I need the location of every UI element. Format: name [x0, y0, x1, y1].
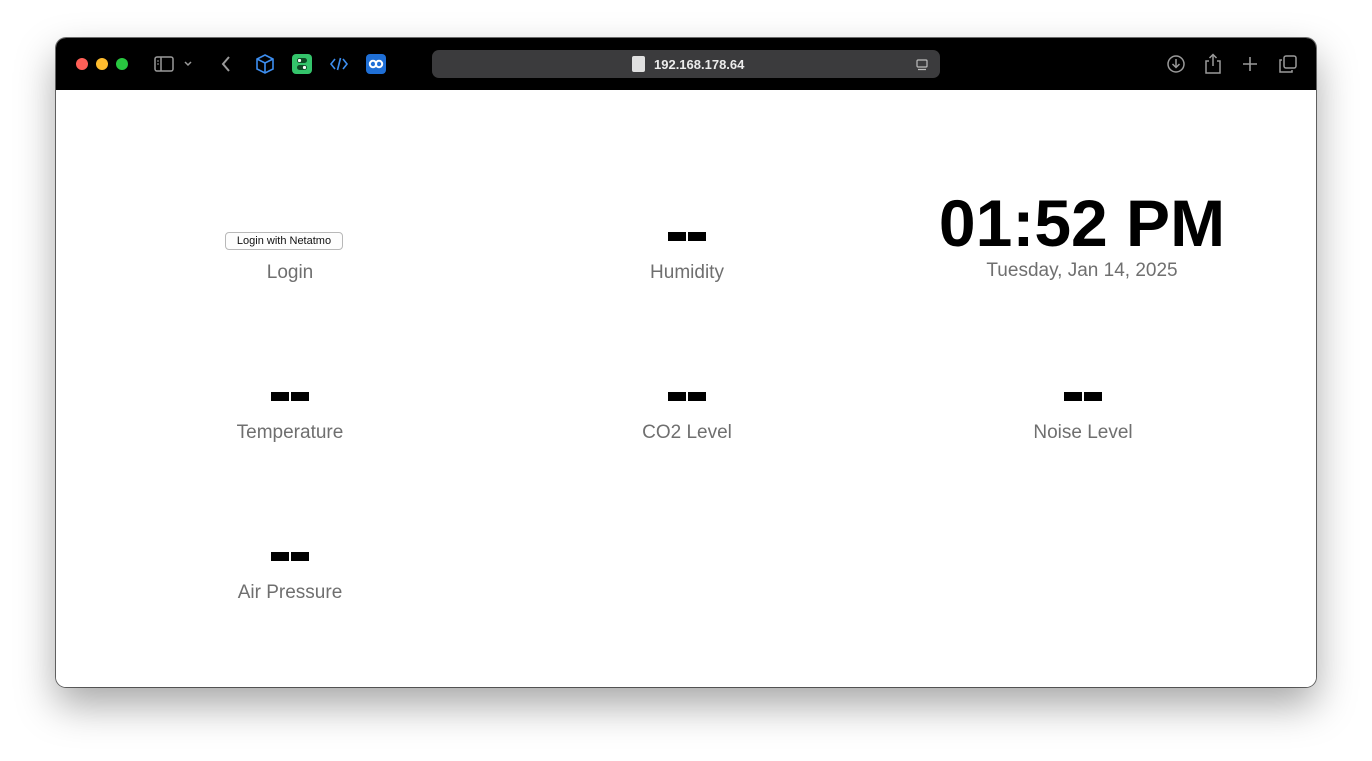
chevron-down-icon[interactable] [180, 52, 196, 76]
green-extension-icon[interactable] [290, 52, 314, 76]
pressure-value: -- [140, 538, 440, 561]
noise-label: Noise Level [1033, 422, 1133, 443]
code-extension-icon[interactable] [327, 52, 351, 76]
temperature-label: Temperature [236, 422, 344, 443]
co2-value: -- [537, 378, 837, 401]
temperature-value: -- [140, 378, 440, 401]
login-panel: Login with Netatmo Login [140, 90, 440, 330]
browser-window: 192.168.178.64 Login with Netatmo Login [56, 38, 1316, 687]
pressure-panel: -- Air Pressure [140, 530, 440, 687]
dashboard: Login with Netatmo Login -- Humidity 01:… [56, 90, 1316, 687]
login-with-netatmo-button[interactable]: Login with Netatmo [225, 232, 343, 250]
address-text: 192.168.178.64 [654, 57, 745, 72]
close-window-button[interactable] [76, 58, 88, 70]
box-extension-icon[interactable] [253, 52, 277, 76]
noise-value: -- [933, 378, 1233, 401]
share-icon[interactable] [1201, 52, 1225, 76]
humidity-label: Humidity [650, 262, 724, 283]
temperature-panel: -- Temperature [140, 370, 440, 530]
pressure-label: Air Pressure [237, 582, 343, 603]
clock-time: 01:52 PM [938, 186, 1226, 260]
back-icon[interactable] [214, 52, 238, 76]
noise-panel: -- Noise Level [933, 370, 1233, 530]
zoom-window-button[interactable] [116, 58, 128, 70]
sidebar-icon[interactable] [152, 52, 176, 76]
download-icon[interactable] [1164, 52, 1188, 76]
link-extension-icon[interactable] [364, 52, 388, 76]
humidity-panel: -- Humidity [537, 90, 837, 330]
tabs-overview-icon[interactable] [1276, 52, 1300, 76]
page-icon [632, 56, 645, 72]
new-tab-icon[interactable] [1238, 52, 1262, 76]
reader-icon[interactable] [916, 58, 928, 76]
co2-label: CO2 Level [642, 422, 732, 443]
humidity-value: -- [537, 218, 837, 241]
clock-date: Tuesday, Jan 14, 2025 [986, 260, 1178, 281]
minimize-window-button[interactable] [96, 58, 108, 70]
co2-panel: -- CO2 Level [537, 370, 837, 530]
login-label: Login [266, 262, 314, 283]
address-bar[interactable]: 192.168.178.64 [432, 50, 940, 78]
browser-toolbar: 192.168.178.64 [56, 38, 1316, 90]
